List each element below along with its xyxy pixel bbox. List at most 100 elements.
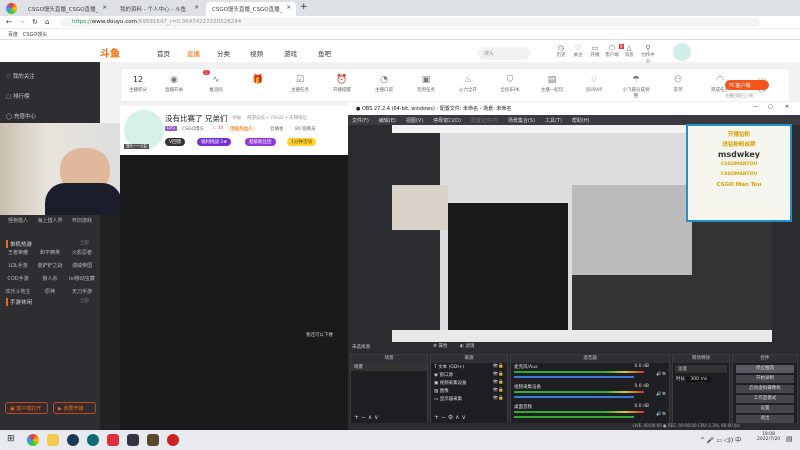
scene-controls[interactable]: + − ∧ ∨ [354,414,379,421]
sidebar-category[interactable]: 怪物猎人 [2,217,34,224]
volume-slider[interactable] [514,376,634,378]
filters-button[interactable]: ◐ 滤镜 [460,343,474,349]
open-client-button[interactable]: ▣ 客户端打开 [5,402,48,414]
visibility-icon[interactable]: 👁🔒 [493,396,504,401]
toolbar-item[interactable]: ⛉ 全民乐PK [495,75,525,93]
nav-fishbar[interactable]: 鱼吧 [318,48,331,58]
control-button[interactable]: 设置 [736,405,794,413]
obs-menu-item[interactable]: 工具(T) [545,118,562,124]
tab-1[interactable]: CSGO馒头直播_CSGO直播_ ✕ [22,2,112,16]
tag-fan-club[interactable]: 超级粉丝团 [245,138,276,146]
creator-center-button[interactable]: ⚲ 创作中心 [640,44,656,64]
scene-item[interactable]: 场景 [351,363,427,371]
close-icon[interactable]: ✕ [785,104,789,110]
toolbar-item[interactable]: ☑ 主播任务 [285,75,315,93]
back-icon[interactable]: ← [6,18,12,26]
source-controls[interactable]: + − ⚙ ∧ ∨ [434,414,466,421]
bookmark-item[interactable]: CSGO馒头 [23,32,47,38]
maximize-icon[interactable]: ▢ [768,104,773,110]
close-icon[interactable]: ✕ [286,5,291,11]
obs-menu-item[interactable]: 配置文件(P) [471,118,498,124]
netease-icon[interactable] [107,434,119,446]
douyu-logo[interactable]: 斗鱼 [100,45,120,60]
more-link[interactable]: 全部 [80,298,89,304]
obs-menu-item[interactable]: 视图(V) [406,118,423,124]
obs-menu-item[interactable]: 停靠窗口(D) [433,118,461,124]
nav-game[interactable]: 游戏 [284,48,297,58]
tab-3[interactable]: CSGO馒头直播_CSGO直播_ ✕ [206,2,296,16]
control-button[interactable]: 停止推流 [736,365,794,373]
sidebar-category[interactable]: 原神 [34,288,66,295]
source-item[interactable]: T 文本 (GDI+) 👁🔒 [431,363,507,371]
toolbar-item[interactable]: ◉ 直播开关 [159,75,189,93]
user-avatar[interactable] [673,43,691,61]
browser-taskbar-icon[interactable] [27,434,39,446]
messages-button[interactable]: △ 消息 [621,44,637,58]
tab-2[interactable]: 我的资料 - 个人中心 - 斗鱼 ✕ [114,2,204,16]
tag-vip[interactable]: V回馈 [165,138,186,146]
properties-button[interactable]: ⚙ 属性 [433,343,447,349]
speaker-gear-icon[interactable]: 🔊⚙ [656,412,666,417]
speaker-gear-icon[interactable]: 🔊⚙ [656,392,666,397]
obs-taskbar-icon[interactable] [167,434,179,446]
toolbar-item[interactable]: ⚇ 友邻 [663,75,693,93]
obs-menu-item[interactable]: 场景集合(S) [508,118,535,124]
speaker-gear-icon[interactable]: 🔊⚙ [656,372,666,377]
tag-challenge[interactable]: 福利挑战 2★ [197,138,232,146]
volume-slider[interactable] [514,396,634,398]
minimize-icon[interactable]: — [753,104,758,110]
search-input[interactable]: 搜头 [478,47,530,60]
sidebar-item-follow[interactable]: ♡ 我的关注 [6,72,35,80]
url-input[interactable]: https://www.douyu.com/69591547_r=0.36474… [60,18,760,27]
more-link[interactable]: 全部 [80,240,89,246]
sidebar-category[interactable]: 狼人杀 [34,275,66,282]
sidebar-category[interactable]: COD手游 [2,275,34,282]
pc-client-button[interactable]: PC客户端 [725,80,769,90]
control-button[interactable]: 开始录制 [736,375,794,383]
visibility-icon[interactable]: 👁🔒 [493,364,504,369]
toolbar-item[interactable]: ♨ 火力全开 [453,75,483,93]
transition-select[interactable]: 淡变 [675,365,727,373]
control-button[interactable]: 启动虚拟摄像机 [736,385,794,393]
home-icon[interactable]: ⌂ [45,18,49,26]
report-link[interactable]: 举报 [232,115,241,121]
sidebar-category[interactable]: 怀旧游戏 [66,217,98,224]
live-video-player[interactable]: 我还可以下楼 [120,155,348,430]
sidebar-category[interactable]: LOL手游 [2,262,34,269]
obs-menu-item[interactable]: 编辑(E) [379,118,396,124]
duration-input[interactable]: 300 ms [686,377,712,382]
source-item[interactable]: ◉ 窗口源 👁🔒 [431,371,507,379]
toolbar-item[interactable]: ◔ 主播口袋 [369,75,399,93]
source-item[interactable]: ▭ 显示器采集 👁🔒 [431,395,507,403]
go-live-button[interactable]: ▶ 我要开播 [53,402,96,414]
windows-start-icon[interactable]: ⊞ [7,434,15,444]
sidebar-item-ranking[interactable]: ▢ 排行榜 [6,92,29,100]
control-button[interactable]: 工作室模式 [736,395,794,403]
anchor-name[interactable]: CSGO馒头 [182,126,204,132]
tray-icons[interactable]: ^ 🎤 ▭ ◁)) 中 [700,435,741,444]
sidebar-item-recharge[interactable]: ◯ 充值中心 [6,112,36,120]
sidebar-category[interactable]: 海上猎人界 [34,217,66,224]
nav-video[interactable]: 视频 [250,48,263,58]
app-taskbar-icon[interactable] [47,434,59,446]
control-button[interactable]: 退出 [736,415,794,423]
visibility-icon[interactable]: 👁🔒 [493,372,504,377]
sidebar-category[interactable]: 天刀手游 [66,288,98,295]
reload-icon[interactable]: ↻ [32,18,38,26]
room-category[interactable]: 网游竞技 • CSGO • 天梯排位 [247,115,307,121]
bookmark-item[interactable]: 百度 [8,32,18,38]
visibility-icon[interactable]: 👁🔒 [493,380,504,385]
sidebar-category[interactable]: 王者荣耀 [2,249,34,256]
history-button[interactable]: ◷ 历史 [553,44,569,58]
sidebar-category[interactable]: 漫威帝国 [66,262,98,269]
sidebar-category[interactable]: 金铲铲之战 [34,262,66,269]
sidebar-category[interactable]: 欢乐斗地主 [2,288,34,295]
steam-icon[interactable] [67,434,79,446]
toolbar-item[interactable]: ♢ 房间VIP [579,75,609,93]
obs-menu-item[interactable]: 帮助(H) [572,118,590,124]
source-item[interactable]: ▣ 视频采集设备 👁🔒 [431,379,507,387]
toolbar-item[interactable]: ▣ 签到任务 [411,75,441,93]
volume-slider[interactable] [514,416,634,418]
toolbar-item[interactable]: ∿ 推流码 [201,75,231,93]
forward-icon[interactable]: → [19,18,25,26]
